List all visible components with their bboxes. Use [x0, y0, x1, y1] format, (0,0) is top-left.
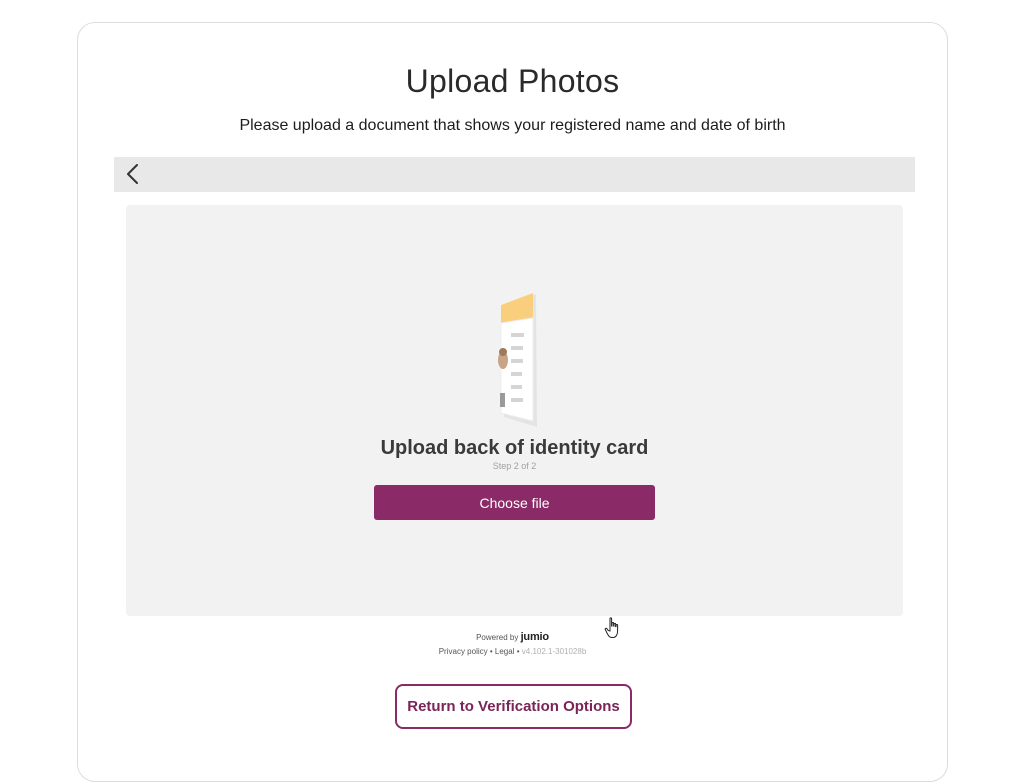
- step-indicator: Step 2 of 2: [492, 461, 537, 471]
- upload-heading: Upload back of identity card: [380, 437, 649, 459]
- version-label: v4.102.1-301028b: [521, 647, 587, 656]
- back-button[interactable]: [122, 161, 148, 187]
- chevron-left-icon: [127, 164, 138, 184]
- legal-link[interactable]: Legal: [495, 647, 515, 656]
- page-subtitle: Please upload a document that shows your…: [239, 117, 786, 134]
- return-to-verification-options-button[interactable]: Return to Verification Options: [395, 684, 632, 729]
- jumio-logo: jumio: [520, 631, 550, 643]
- upload-panel: Upload back of identity card Step 2 of 2…: [126, 205, 903, 616]
- privacy-policy-link[interactable]: Privacy policy: [439, 647, 488, 656]
- powered-by-label: Powered by: [476, 633, 519, 642]
- separator: •: [489, 647, 493, 656]
- legal-line: Privacy policy • Legal • v4.102.1-301028…: [78, 647, 947, 656]
- choose-file-button[interactable]: Choose file: [374, 485, 655, 520]
- page-title: Upload Photos: [405, 63, 620, 99]
- id-card-back-icon: [498, 293, 537, 427]
- powered-by: Powered by jumio: [78, 631, 947, 643]
- verification-card: Upload Photos Please upload a document t…: [77, 22, 948, 782]
- separator: •: [516, 647, 520, 656]
- navigation-bar: [114, 157, 915, 192]
